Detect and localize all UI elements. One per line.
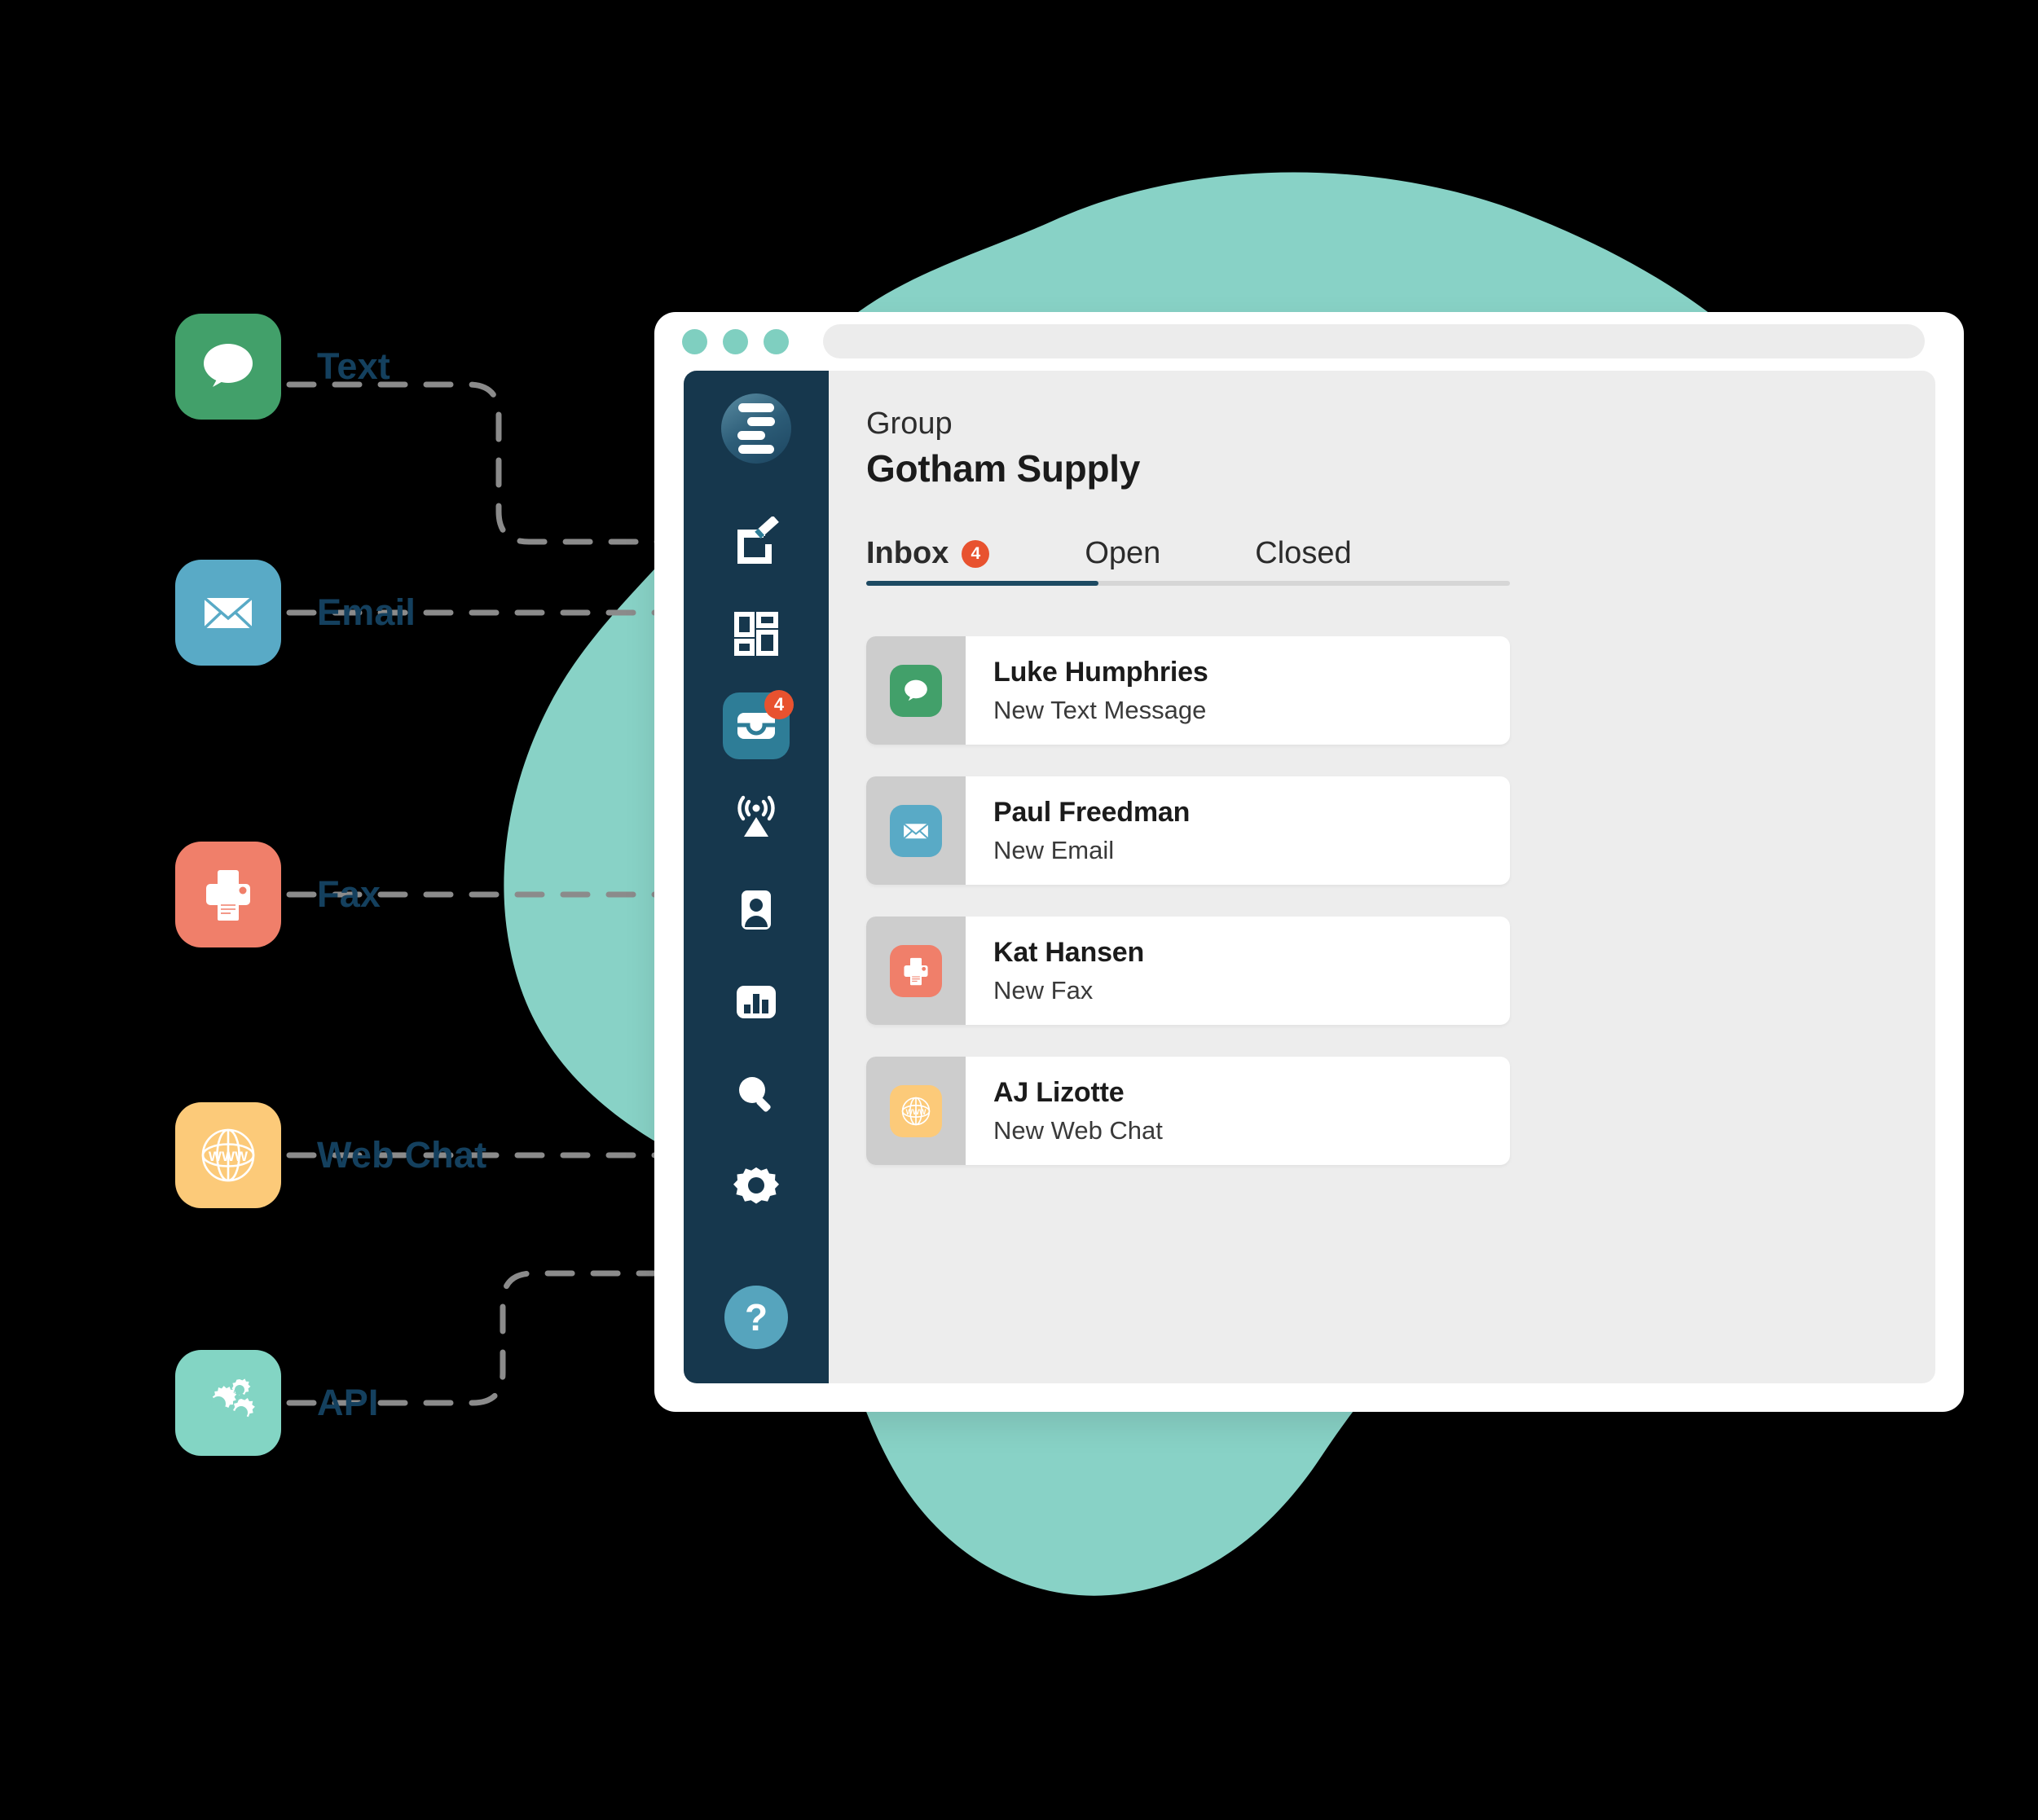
help-label: ? [744,1296,768,1339]
avatar: WWW [866,1057,966,1165]
channel-label-api: API [317,1382,379,1423]
browser-window: 4 ? Group Gotham Supply Inbox 4 Open Clo… [654,312,1964,1412]
sidebar-item-broadcast[interactable] [715,777,797,859]
fax-printer-icon [206,870,250,921]
sidebar-item-reports[interactable] [715,961,797,1043]
envelope-icon [203,596,253,630]
url-bar[interactable] [823,324,1925,358]
message-list: Luke Humphries New Text Message Paul Fre… [866,636,1935,1165]
group-label: Group [866,407,953,441]
message-subtitle: New Email [993,835,1115,864]
channel-text[interactable]: Text [175,314,390,420]
browser-titlebar [654,312,1964,371]
chat-bubble-icon [204,344,253,387]
window-dot-maximize[interactable] [764,328,789,354]
app-main-panel: Group Gotham Supply Inbox 4 Open Closed [829,371,1935,1383]
tab-inbox[interactable]: Inbox 4 [866,536,990,586]
channel-label-fax: Fax [317,873,381,915]
group-name: Gotham Supply [866,447,1141,490]
list-item[interactable]: Paul Freedman New Email [866,776,1510,885]
sidebar-item-compose[interactable] [715,501,797,582]
channel-webchat[interactable]: WWW Web Chat [175,1102,486,1208]
fax-printer-icon [904,957,928,985]
hamburger-logo-icon[interactable] [721,393,791,464]
message-sender-name: Kat Hansen [993,936,1145,968]
channel-tile-fax [175,842,281,947]
avatar [866,776,966,885]
message-text-block: AJ Lizotte New Web Chat [966,1057,1163,1165]
gears-icon [211,1378,255,1419]
message-text-block: Kat Hansen New Fax [966,917,1144,1025]
message-sender-name: Luke Humphries [993,656,1208,688]
sidebar-item-dashboard[interactable] [715,593,797,675]
message-sender-name: Paul Freedman [993,796,1191,828]
app-sidebar: 4 ? [684,371,829,1383]
chat-bubble-icon [905,679,927,701]
tab-open-label: Open [1085,536,1161,570]
broadcast-antenna-icon [737,795,775,837]
channel-fax[interactable]: Fax [175,842,381,947]
channel-label-webchat: Web Chat [317,1134,487,1176]
app-body: 4 ? Group Gotham Supply Inbox 4 Open Clo… [684,371,1935,1383]
tab-closed-label: Closed [1255,536,1352,570]
globe-www-icon: WWW [201,1128,255,1182]
message-text-block: Luke Humphries New Text Message [966,636,1208,745]
magnifier-icon [739,1077,771,1112]
channel-api[interactable]: API [175,1350,379,1456]
window-controls [682,328,789,354]
message-subtitle: New Fax [993,975,1094,1005]
tab-inbox-label: Inbox [866,536,949,570]
sidebar-item-search[interactable] [715,1053,797,1135]
tab-inbox-badge: 4 [962,539,990,568]
message-channel-tile-email [890,804,942,857]
dashboard-grid-icon [734,612,778,656]
sidebar-item-settings[interactable] [715,1145,797,1227]
message-channel-tile-webchat: WWW [890,1084,942,1137]
message-sender-name: AJ Lizotte [993,1076,1125,1108]
window-dot-close[interactable] [682,328,707,354]
bar-chart-icon [737,986,776,1018]
compose-pencil-icon [737,517,779,564]
avatar [866,636,966,745]
message-subtitle: New Web Chat [993,1115,1163,1145]
svg-text:WWW: WWW [906,1107,927,1115]
contact-card-icon [742,890,771,930]
tab-open[interactable]: Open [1085,536,1160,586]
channel-label-text: Text [317,345,390,387]
help-button[interactable]: ? [724,1286,788,1349]
message-channel-tile-text [890,664,942,717]
channel-email[interactable]: Email [175,560,416,666]
inbox-tabs: Inbox 4 Open Closed [866,536,1510,586]
channel-tile-text [175,314,281,420]
gear-icon [733,1167,779,1204]
channel-label-email: Email [317,591,416,633]
message-subtitle: New Text Message [993,695,1207,724]
channel-tile-api [175,1350,281,1456]
tab-underline-active [866,581,1098,586]
globe-www-icon: WWW [901,1097,931,1125]
channel-tile-email [175,560,281,666]
message-text-block: Paul Freedman New Email [966,776,1190,885]
illustration-canvas: Text Email Fax WWW Web Chat API 4 ? Grou… [0,0,2038,1820]
list-item[interactable]: WWW AJ Lizotte New Web Chat [866,1057,1510,1165]
message-channel-tile-fax [890,944,942,997]
svg-text:WWW: WWW [209,1149,249,1164]
list-item[interactable]: Luke Humphries New Text Message [866,636,1510,745]
tab-closed[interactable]: Closed [1255,536,1351,586]
inbox-badge: 4 [764,690,794,719]
sidebar-item-contacts[interactable] [715,869,797,951]
channel-tile-webchat: WWW [175,1102,281,1208]
window-dot-minimize[interactable] [723,328,748,354]
list-item[interactable]: Kat Hansen New Fax [866,917,1510,1025]
envelope-icon [903,822,929,839]
avatar [866,917,966,1025]
sidebar-item-inbox[interactable]: 4 [715,685,797,767]
